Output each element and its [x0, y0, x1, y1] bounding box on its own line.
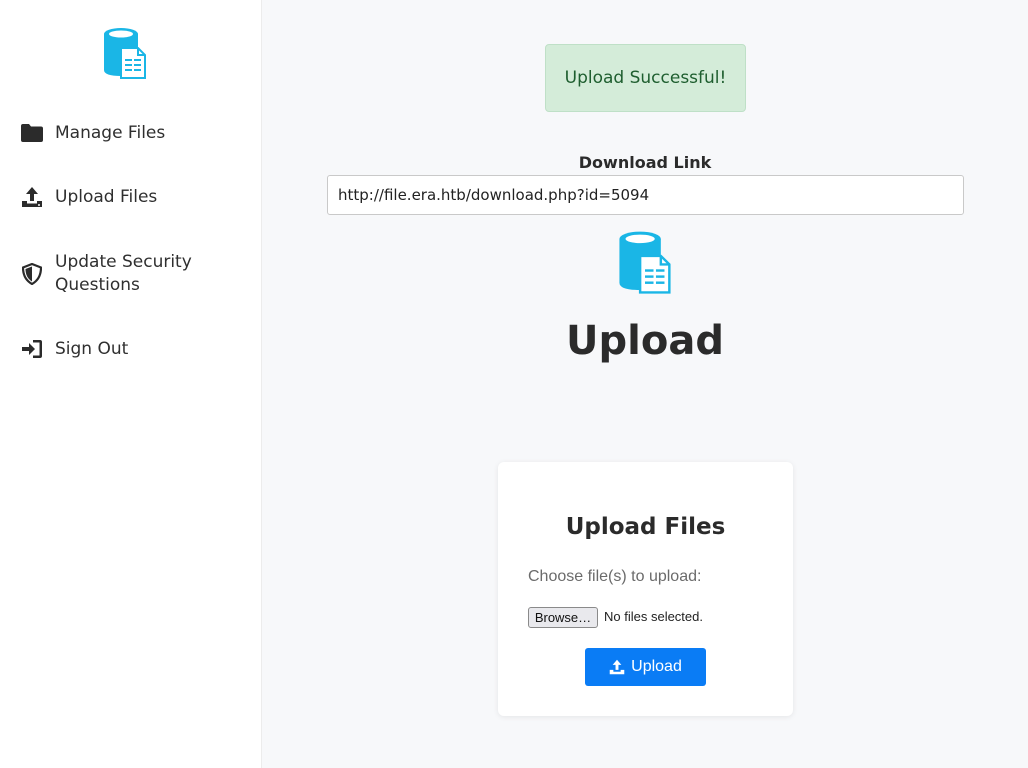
shield-icon	[20, 262, 44, 286]
upload-button[interactable]: Upload	[585, 648, 706, 686]
sidebar: Manage Files Upload Files Update Securit…	[0, 0, 262, 768]
sidebar-item-upload-files[interactable]: Upload Files	[20, 185, 157, 209]
database-file-icon	[617, 229, 673, 295]
sidebar-item-manage-files[interactable]: Manage Files	[20, 121, 165, 145]
choose-files-label: Choose file(s) to upload:	[528, 568, 702, 585]
main-content: Upload Successful! Download Link Upload …	[262, 0, 1028, 768]
upload-icon	[20, 185, 44, 209]
database-file-icon	[102, 26, 148, 80]
page-title: Upload	[566, 318, 724, 364]
upload-card: Upload Files Choose file(s) to upload: B…	[498, 462, 793, 716]
sidebar-item-sign-out[interactable]: Sign Out	[20, 337, 128, 361]
sidebar-item-label: Upload Files	[55, 186, 158, 207]
sidebar-item-label: Update Security Questions	[55, 252, 192, 295]
sidebar-item-update-security-questions[interactable]: Update Security Questions	[20, 251, 225, 297]
upload-icon	[609, 659, 625, 675]
file-status-text: No files selected.	[604, 609, 703, 624]
sidebar-item-label: Sign Out	[55, 338, 129, 359]
browse-button[interactable]: Browse…	[528, 607, 598, 628]
card-title: Upload Files	[565, 514, 726, 540]
download-link-label: Download Link	[578, 153, 712, 172]
sign-out-icon	[20, 337, 44, 361]
folder-icon	[20, 121, 44, 145]
upload-button-label: Upload	[631, 658, 682, 675]
download-link-field[interactable]	[327, 175, 964, 215]
success-alert: Upload Successful!	[545, 44, 746, 112]
sidebar-item-label: Manage Files	[55, 122, 166, 143]
